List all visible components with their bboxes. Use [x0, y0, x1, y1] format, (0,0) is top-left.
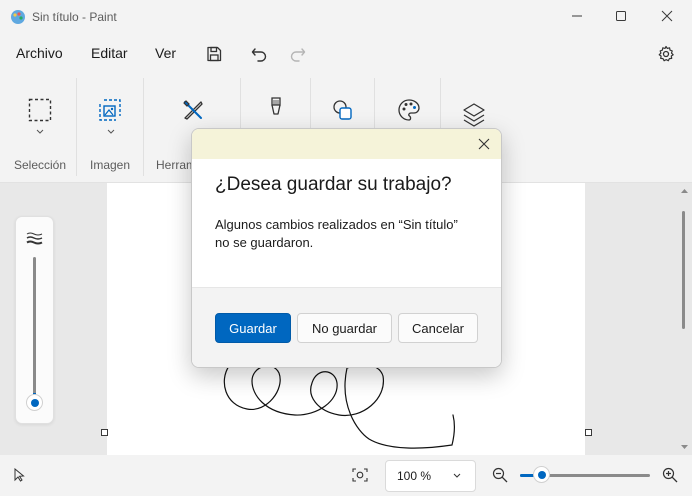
selection-group: Selección [0, 72, 76, 182]
status-bar: 100 % [0, 455, 692, 496]
scrollbar-thumb[interactable] [682, 211, 685, 329]
dialog-message-line: Algunos cambios realizados en “Sin títul… [215, 217, 458, 232]
group-label-selection: Selección [14, 158, 67, 172]
image-group: Imagen [77, 72, 143, 182]
redo-button[interactable] [284, 40, 312, 68]
save-button[interactable]: Guardar [215, 313, 291, 343]
settings-button[interactable] [652, 40, 680, 68]
menu-file[interactable]: Archivo [16, 45, 63, 61]
layers-icon[interactable] [462, 102, 486, 128]
dont-save-button[interactable]: No guardar [297, 313, 392, 343]
group-label-image: Imagen [90, 158, 131, 172]
menu-view[interactable]: Ver [155, 45, 176, 61]
brush-size-icon [26, 232, 43, 245]
redo-icon [290, 48, 306, 62]
close-button[interactable] [644, 0, 690, 32]
save-button[interactable] [200, 40, 228, 68]
shapes-icon[interactable] [331, 98, 355, 122]
dialog-title-bar [192, 129, 501, 159]
scroll-down-icon[interactable] [680, 443, 689, 451]
palette-icon[interactable] [397, 98, 421, 122]
settings-icon [658, 45, 674, 62]
undo-icon [251, 48, 267, 62]
chevron-down-icon [453, 473, 461, 478]
resize-handle[interactable] [101, 429, 108, 436]
chevron-down-icon[interactable] [106, 128, 116, 136]
undo-button[interactable] [245, 40, 273, 68]
brush-icon[interactable] [268, 96, 284, 120]
save-dialog: ¿Desea guardar su trabajo? Algunos cambi… [191, 128, 502, 368]
minimize-icon [572, 15, 582, 17]
zoom-in-icon[interactable] [662, 467, 678, 483]
dialog-close-button[interactable] [473, 133, 495, 155]
pointer-icon [14, 468, 25, 482]
window-title: Sin título - Paint [32, 10, 117, 24]
menu-edit[interactable]: Editar [91, 45, 128, 61]
brush-size-slider-knob[interactable] [27, 395, 42, 410]
maximize-icon [616, 11, 626, 21]
scroll-up-icon[interactable] [680, 187, 689, 195]
maximize-button[interactable] [598, 0, 644, 32]
minimize-button[interactable] [554, 0, 600, 32]
paint-app-icon [11, 10, 25, 24]
chevron-down-icon[interactable] [35, 128, 45, 136]
close-icon [661, 10, 673, 22]
dialog-message: Algunos cambios realizados en “Sin títul… [215, 216, 485, 252]
zoom-value: 100 % [397, 469, 432, 483]
resize-handle[interactable] [585, 429, 592, 436]
vertical-scrollbar[interactable] [680, 183, 690, 455]
save-icon [207, 46, 222, 62]
menu-bar: Archivo Editar Ver [0, 34, 692, 72]
brush-size-panel [15, 216, 54, 424]
zoom-slider-knob[interactable] [534, 467, 549, 482]
brush-size-slider-track[interactable] [33, 257, 36, 397]
fit-icon[interactable] [352, 468, 368, 482]
group-label-tools: Herram [156, 158, 197, 172]
zoom-select[interactable]: 100 % [385, 460, 476, 492]
image-icon[interactable] [98, 98, 122, 122]
cancel-button[interactable]: Cancelar [398, 313, 478, 343]
zoom-out-icon[interactable] [492, 467, 508, 483]
dialog-heading: ¿Desea guardar su trabajo? [215, 174, 452, 195]
tools-icon[interactable] [181, 98, 205, 122]
dialog-footer: Guardar No guardar Cancelar [192, 287, 501, 367]
close-icon [478, 138, 490, 150]
selection-icon[interactable] [28, 98, 52, 122]
paint-window: Sin título - Paint Archivo Editar Ver Se… [0, 0, 692, 496]
dialog-message-line: no se guardaron. [215, 235, 314, 250]
title-bar: Sin título - Paint [0, 0, 692, 34]
